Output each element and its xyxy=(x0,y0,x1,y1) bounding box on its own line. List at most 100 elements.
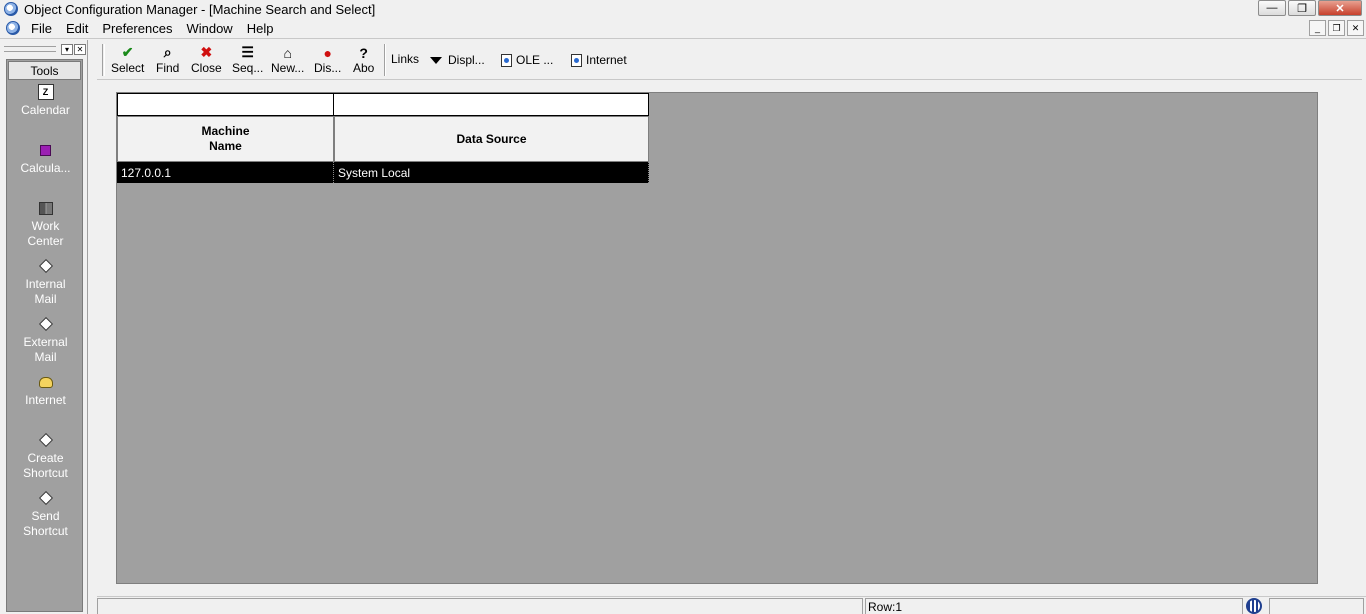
checkmark-icon: ✔ xyxy=(121,44,134,60)
toolbar-grip[interactable] xyxy=(102,44,105,76)
tool-create-shortcut-line2: Shortcut xyxy=(23,466,68,480)
about-icon: ? xyxy=(359,44,368,61)
display-button-label: Dis... xyxy=(314,61,342,75)
table-row-cell-data-source[interactable]: System Local xyxy=(334,162,649,183)
column-header-machine-name-line2: Name xyxy=(209,139,242,153)
window-title: Object Configuration Manager - [Machine … xyxy=(24,1,376,17)
ole-document-icon xyxy=(501,53,512,67)
display-button[interactable]: ● Dis... xyxy=(314,44,341,78)
column-header-data-source-label: Data Source xyxy=(456,131,527,146)
close-button-label: Close xyxy=(191,61,222,75)
close-button[interactable]: ✖ Close xyxy=(191,44,222,78)
menu-edit[interactable]: Edit xyxy=(59,21,95,36)
sequence-button-label: Seq... xyxy=(232,61,264,75)
menu-help[interactable]: Help xyxy=(240,21,281,36)
status-message-pane xyxy=(97,598,863,614)
tools-pane: ▾ ✕ Tools Z Calendar Calcula... Work Cen… xyxy=(0,40,88,614)
new-icon: ⌂ xyxy=(283,44,292,61)
tool-send-shortcut-line1: Send xyxy=(31,509,60,523)
send-shortcut-icon xyxy=(38,490,53,506)
column-header-machine-name-line1: Machine xyxy=(201,124,250,138)
dropdown-arrow-icon xyxy=(430,56,442,64)
calendar-icon: Z xyxy=(37,84,54,100)
restore-button[interactable]: ❐ xyxy=(1288,0,1316,16)
internet-link[interactable]: Internet xyxy=(571,53,627,67)
minimize-button[interactable]: — xyxy=(1258,0,1286,16)
tools-dropdown-button[interactable]: ▾ xyxy=(61,43,73,55)
tool-work-center[interactable]: Work Center xyxy=(7,200,84,249)
links-label: Links xyxy=(391,52,420,66)
internal-mail-icon xyxy=(38,258,53,274)
workspace: Machine Name Data Source 127.0.0.1 Syste… xyxy=(97,80,1362,597)
toolbar: ✔ Select ⌕ Find ✖ Close ☰ Seq... ⌂ New..… xyxy=(97,40,1362,80)
menu-window[interactable]: Window xyxy=(179,21,239,36)
ole-link[interactable]: OLE ... xyxy=(501,53,553,67)
mdi-controls: _ ❐ ✕ xyxy=(1307,20,1364,36)
tool-work-center-line1: Work xyxy=(31,219,60,233)
sequence-button[interactable]: ☰ Seq... xyxy=(232,44,263,78)
tool-calendar-label: Calendar xyxy=(21,103,70,117)
qbe-data-source-input[interactable] xyxy=(334,93,649,116)
tool-internet[interactable]: Internet xyxy=(7,374,84,408)
tool-send-shortcut[interactable]: Send Shortcut xyxy=(7,490,84,539)
title-bar: Object Configuration Manager - [Machine … xyxy=(0,0,1366,18)
system-menu-icon[interactable] xyxy=(6,21,20,35)
close-icon: ✖ xyxy=(200,44,213,60)
about-button[interactable]: ? Abo xyxy=(353,44,374,78)
sequence-icon: ☰ xyxy=(241,44,254,60)
display-menu-label: Displ... xyxy=(448,53,485,67)
status-row-text: Row:1 xyxy=(868,599,903,614)
tool-external-mail[interactable]: External Mail xyxy=(7,316,84,365)
qbe-machine-name-input[interactable] xyxy=(117,93,334,116)
tool-internet-label: Internet xyxy=(25,393,66,407)
internet-document-icon xyxy=(571,53,582,67)
display-menu[interactable]: Displ... xyxy=(430,53,485,67)
tool-work-center-line2: Center xyxy=(27,234,64,248)
close-window-button[interactable]: ✕ xyxy=(1318,0,1362,16)
tool-calendar[interactable]: Z Calendar xyxy=(7,84,84,118)
tools-pane-header: ▾ ✕ xyxy=(4,42,86,56)
tool-create-shortcut-line1: Create xyxy=(27,451,64,465)
mdi-minimize-button[interactable]: _ xyxy=(1309,20,1326,36)
internet-link-label: Internet xyxy=(586,53,627,67)
status-bar: Row:1 xyxy=(97,596,1366,614)
calculator-icon xyxy=(38,142,54,158)
column-header-data-source[interactable]: Data Source xyxy=(334,116,649,162)
tools-close-button[interactable]: ✕ xyxy=(74,43,86,55)
menu-preferences[interactable]: Preferences xyxy=(95,21,179,36)
table-row-cell-machine-name[interactable]: 127.0.0.1 xyxy=(117,162,334,183)
globe-icon xyxy=(1246,598,1262,614)
work-center-icon xyxy=(38,200,54,216)
tool-calculator-label: Calcula... xyxy=(20,161,71,175)
new-button[interactable]: ⌂ New... xyxy=(271,44,304,78)
select-button[interactable]: ✔ Select xyxy=(111,44,144,78)
status-row-pane: Row:1 xyxy=(865,598,1243,614)
tool-external-mail-line1: External xyxy=(23,335,68,349)
column-header-machine-name[interactable]: Machine Name xyxy=(117,116,334,162)
menu-file[interactable]: File xyxy=(24,21,59,36)
about-button-label: Abo xyxy=(353,61,375,75)
tool-send-shortcut-line2: Shortcut xyxy=(23,524,68,538)
tool-calculator[interactable]: Calcula... xyxy=(7,142,84,176)
tools-panel: Tools Z Calendar Calcula... Work Center … xyxy=(6,59,83,612)
main-area: ✔ Select ⌕ Find ✖ Close ☰ Seq... ⌂ New..… xyxy=(97,40,1362,614)
tools-grip[interactable] xyxy=(4,46,56,52)
find-button-label: Find xyxy=(156,61,180,75)
external-mail-icon xyxy=(38,316,53,332)
tool-create-shortcut[interactable]: Create Shortcut xyxy=(7,432,84,481)
mdi-close-button[interactable]: ✕ xyxy=(1347,20,1364,36)
menu-bar: File Edit Preferences Window Help _ ❐ ✕ xyxy=(0,18,1366,39)
find-button[interactable]: ⌕ Find xyxy=(156,44,179,78)
results-grid: Machine Name Data Source 127.0.0.1 Syste… xyxy=(116,92,1318,584)
internet-icon xyxy=(38,374,54,390)
tool-internal-mail-line2: Mail xyxy=(34,292,57,306)
tool-internal-mail-line1: Internal xyxy=(25,277,66,291)
tool-external-mail-line2: Mail xyxy=(34,350,57,364)
tool-internal-mail[interactable]: Internal Mail xyxy=(7,258,84,307)
tools-label: Tools xyxy=(8,61,81,80)
links-menu[interactable]: Links xyxy=(391,52,419,66)
window-controls: — ❐ ✕ xyxy=(1256,0,1362,16)
mdi-restore-button[interactable]: ❐ xyxy=(1328,20,1345,36)
find-icon: ⌕ xyxy=(163,44,172,60)
status-extra-pane xyxy=(1269,598,1364,614)
